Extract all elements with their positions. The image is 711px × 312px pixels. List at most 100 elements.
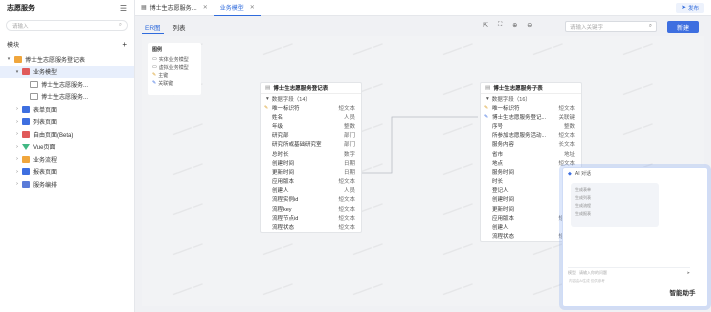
send-icon: ➤	[681, 5, 686, 11]
menu-icon[interactable]: ☰	[120, 4, 127, 13]
field-row[interactable]: 研究部 部门	[261, 131, 361, 140]
new-button[interactable]: 新建	[667, 21, 699, 33]
field-type: 长文本	[558, 142, 575, 149]
field-name: 博士生志愿服务登记...	[492, 114, 547, 121]
sidebar-item[interactable]: › Vue页面	[0, 141, 134, 154]
chevron-down-icon[interactable]: ▾	[266, 96, 269, 102]
field-row[interactable]: 地点 短文本	[481, 158, 581, 167]
sidebar-item[interactable]: ▾ 业务模型	[0, 65, 134, 78]
chevron-icon[interactable]: ›	[14, 144, 20, 150]
chevron-icon[interactable]: ›	[14, 156, 20, 162]
export-icon[interactable]: ⇱	[483, 22, 488, 29]
field-row[interactable]: 年级 整数	[261, 121, 361, 130]
chevron-icon[interactable]: ›	[14, 131, 20, 137]
field-section[interactable]: ▾ 数据字段（16）	[481, 94, 581, 103]
sidebar-item-label: 自由页面(Beta)	[33, 132, 74, 139]
suggestion-item[interactable]: 生成列表	[575, 194, 655, 202]
chevron-down-icon[interactable]: ▾	[486, 96, 489, 102]
publish-label: 发布	[687, 6, 699, 12]
sidebar-item[interactable]: › 报表页面	[0, 166, 134, 179]
tab-registration[interactable]: ▦ 博士生志愿服务... ✕	[135, 0, 214, 16]
field-type: 整数	[563, 123, 575, 130]
fit-view-icon[interactable]: ⛶	[498, 22, 502, 29]
field-row[interactable]: 流程节点id 短文本	[261, 213, 361, 222]
sidebar-item[interactable]: › 列表页面	[0, 116, 134, 129]
search-placeholder: 请输入	[12, 23, 29, 30]
search-icon[interactable]: ⌕	[119, 22, 122, 29]
keyword-search-input[interactable]: 请输入关键字 ⌕	[565, 21, 657, 32]
sidebar-item[interactable]: 博士生志愿服务...	[0, 91, 134, 104]
sidebar-item[interactable]: › 服务编排	[0, 178, 134, 191]
chevron-icon[interactable]: ›	[14, 106, 20, 112]
chevron-icon[interactable]: ▾	[14, 69, 20, 75]
close-icon[interactable]: ✕	[203, 4, 208, 11]
field-row[interactable]: 序号 整数	[481, 121, 581, 130]
field-name: 流程状态	[492, 234, 515, 241]
suggestion-item[interactable]: 生成流程	[575, 202, 655, 210]
assistant-label[interactable]: 智能助手	[661, 285, 704, 299]
search-icon[interactable]: ⌕	[649, 23, 652, 30]
field-row[interactable]: 研究所或基础研究室 部门	[261, 140, 361, 149]
sidebar-item[interactable]: 博士生志愿服务...	[0, 78, 134, 91]
field-name: 服务时间	[492, 169, 515, 176]
field-name: 更新时间	[272, 169, 295, 176]
field-section[interactable]: ▾ 数据字段（14）	[261, 94, 361, 103]
zoom-out-icon[interactable]: ⊖	[527, 22, 532, 29]
field-row[interactable]: 流程key 短文本	[261, 204, 361, 213]
tab-business-model[interactable]: 业务模型 ✕	[213, 0, 261, 16]
suggestion-item[interactable]: 生成报表	[575, 210, 655, 218]
entity-title: ▤ 博士生志愿服务登记表	[261, 83, 361, 94]
module-tree: ▾ 博士生志愿服务登记表 ▾ 业务模型 博士生志愿服务... 博士生志愿服务... › 表单页…	[0, 53, 134, 191]
chevron-icon[interactable]: ▾	[6, 56, 12, 62]
field-type: 短文本	[338, 215, 355, 222]
suggestion-item[interactable]: 生成表单	[575, 186, 655, 194]
add-module-icon[interactable]: +	[122, 40, 127, 49]
field-row[interactable]: ✎ 唯一标识符 短文本	[481, 103, 581, 112]
field-row[interactable]: 姓名 人员	[261, 112, 361, 121]
field-type: 短文本	[338, 105, 355, 112]
field-row[interactable]: ✎ 博士生志愿服务登记... 关联键	[481, 112, 581, 121]
module-header: 模块 +	[0, 40, 134, 49]
field-name: 序号	[492, 123, 504, 130]
model-select[interactable]: 模型	[568, 270, 576, 276]
field-row[interactable]: 所参加志愿服务活动... 短文本	[481, 131, 581, 140]
tab-list[interactable]: 列表	[170, 20, 189, 34]
entity-card-registration[interactable]: ▤ 博士生志愿服务登记表 ▾ 数据字段（14） ✎ 唯一标识符 短文本 姓名 人员 年级 整数 研究部…	[260, 82, 362, 233]
field-row[interactable]: 创建时间 日期	[261, 158, 361, 167]
field-section-label: 数据字段（14）	[271, 96, 311, 103]
field-row[interactable]: 更新时间 日期	[261, 167, 361, 176]
field-type: 人员	[343, 188, 355, 195]
sidebar-item[interactable]: › 业务流程	[0, 153, 134, 166]
field-name: 服务内容	[492, 142, 515, 149]
send-icon[interactable]: ➤	[687, 270, 690, 275]
field-name: 登记人	[492, 188, 509, 195]
field-name: 研究所或基础研究室	[272, 142, 322, 149]
field-row[interactable]: 流程实例id 短文本	[261, 195, 361, 204]
sidebar-search-input[interactable]: 请输入 ⌕	[6, 20, 128, 31]
field-row[interactable]: 创建人 人员	[261, 186, 361, 195]
field-row[interactable]: 流程状态 短文本	[261, 222, 361, 231]
sidebar-item[interactable]: ▾ 博士生志愿服务登记表	[0, 53, 134, 66]
sidebar-item[interactable]: › 表单页面	[0, 103, 134, 116]
ai-icon: ◆	[568, 170, 572, 177]
field-name: 研究部	[272, 133, 289, 140]
field-row[interactable]: 总时长 数字	[261, 149, 361, 158]
key-icon: ✎	[484, 105, 489, 111]
zoom-in-icon[interactable]: ⊕	[512, 22, 517, 29]
assistant-input[interactable]: 模型 请输入你的问题 ➤	[568, 267, 690, 276]
field-type: 数字	[343, 151, 355, 158]
chevron-icon[interactable]: ›	[14, 119, 20, 125]
field-row[interactable]: 应用版本 短文本	[261, 177, 361, 186]
field-row[interactable]: ✎ 唯一标识符 短文本	[261, 103, 361, 112]
field-type: 部门	[343, 133, 355, 140]
publish-button[interactable]: ➤ 发布	[676, 3, 704, 13]
close-icon[interactable]: ✕	[250, 4, 255, 11]
sidebar-item[interactable]: › 自由页面(Beta)	[0, 128, 134, 141]
chevron-icon[interactable]: ›	[14, 169, 20, 175]
tab-er-diagram[interactable]: ER图	[142, 20, 164, 34]
model-icon	[22, 68, 30, 76]
field-row[interactable]: 服务内容 长文本	[481, 140, 581, 149]
field-name: 时长	[492, 179, 504, 186]
chevron-icon[interactable]: ›	[14, 181, 20, 187]
field-row[interactable]: 省市 地址	[481, 149, 581, 158]
